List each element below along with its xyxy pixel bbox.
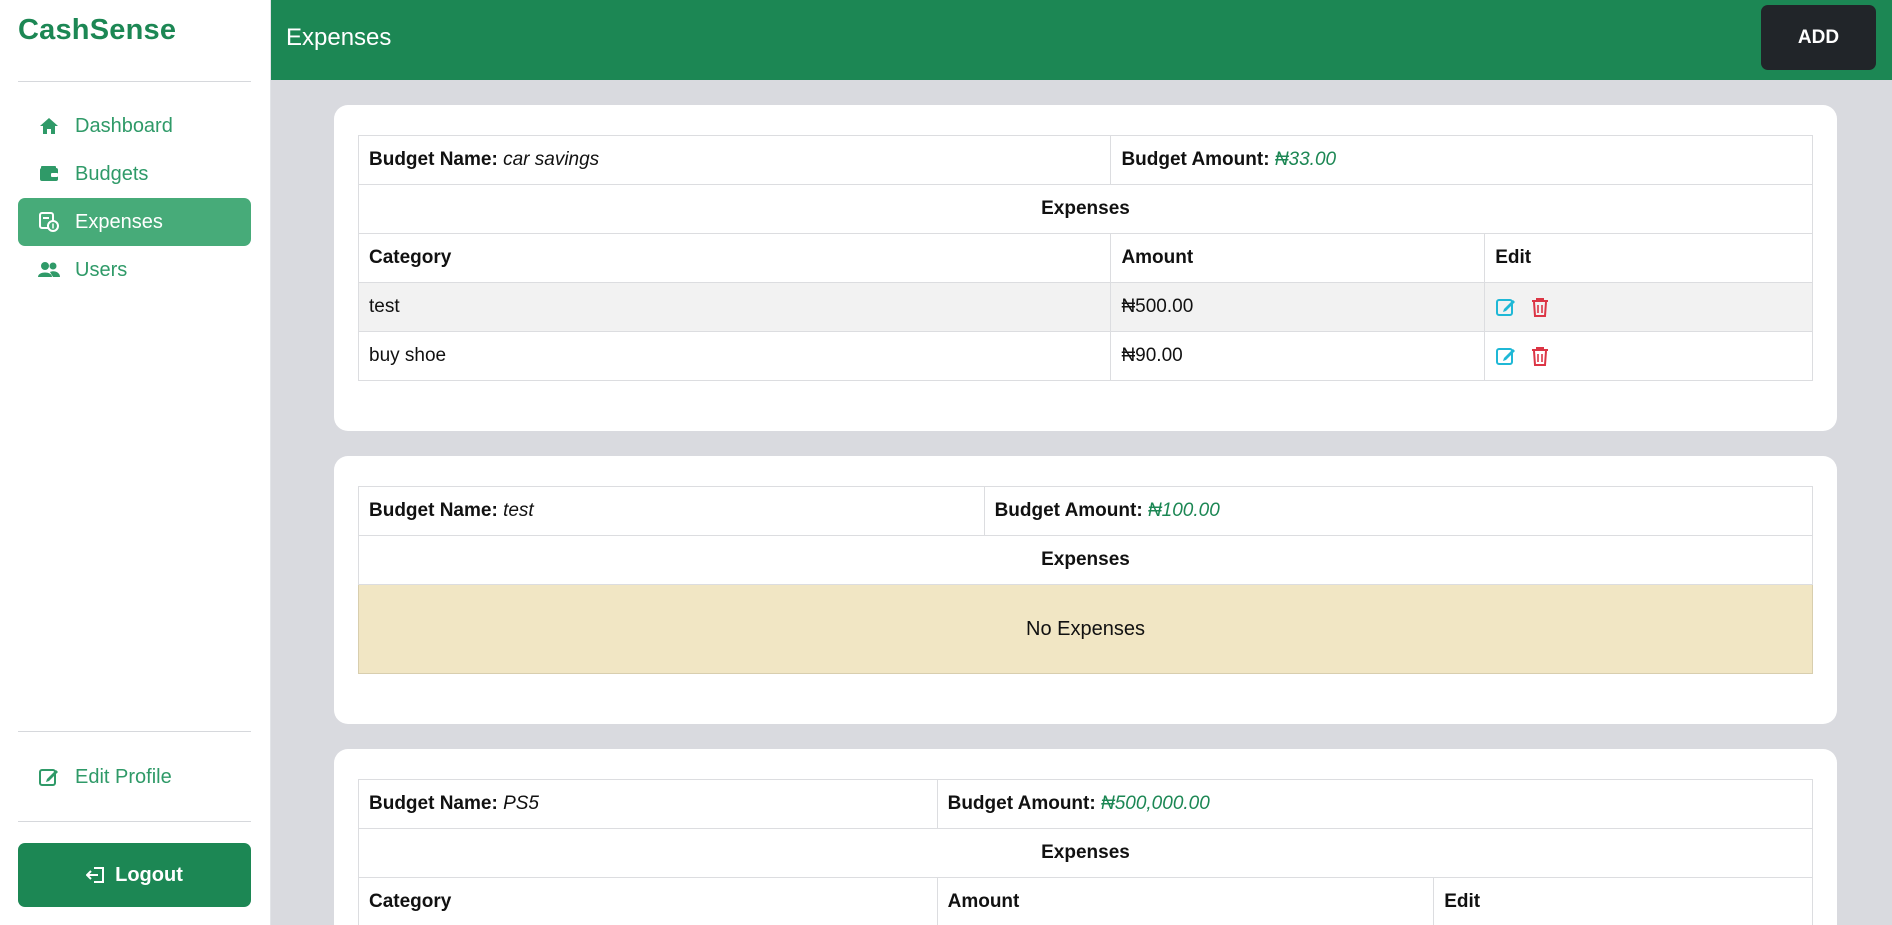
- sidebar: CashSense Dashboard Budgets Expenses Use…: [0, 0, 271, 925]
- edit-profile-link[interactable]: Edit Profile: [18, 753, 251, 801]
- sidebar-divider: [18, 81, 251, 82]
- budget-amount-value: ₦33.00: [1274, 149, 1337, 170]
- column-header-edit: Edit: [1433, 877, 1813, 925]
- expenses-heading: Expenses: [358, 535, 1813, 585]
- home-icon: [38, 115, 60, 137]
- budget-name-label: Budget Name:: [369, 500, 498, 521]
- budget-amount-label: Budget Amount:: [947, 793, 1096, 814]
- logout-label: Logout: [115, 863, 183, 886]
- budget-name-value: car savings: [503, 149, 600, 170]
- budget-table: Budget Name: car savings Budget Amount: …: [357, 135, 1813, 381]
- add-button[interactable]: ADD: [1761, 5, 1876, 70]
- expense-actions: [1484, 282, 1813, 332]
- top-bar: Expenses ADD: [271, 0, 1892, 80]
- receipt-icon: [38, 211, 60, 233]
- sidebar-divider: [18, 731, 251, 732]
- delete-icon[interactable]: [1529, 345, 1551, 367]
- sidebar-item-dashboard[interactable]: Dashboard: [18, 102, 251, 150]
- column-header-category: Category: [357, 233, 1112, 283]
- budget-table: Budget Name: PS5 Budget Amount: ₦500,000…: [358, 779, 1814, 925]
- delete-icon[interactable]: [1529, 296, 1551, 318]
- budget-amount-cell: Budget Amount: ₦100.00: [983, 486, 1814, 536]
- logout-button[interactable]: Logout: [18, 843, 251, 907]
- users-icon: [38, 259, 60, 281]
- expense-category: buy shoe: [357, 331, 1112, 381]
- budget-amount-label: Budget Amount:: [1121, 149, 1270, 170]
- budget-name-label: Budget Name:: [369, 149, 498, 170]
- budget-amount-label: Budget Amount:: [994, 500, 1143, 521]
- budget-name-value: test: [503, 500, 534, 521]
- sidebar-item-label: Budgets: [75, 162, 149, 185]
- expense-amount: ₦90.00: [1110, 331, 1486, 381]
- expense-category: test: [357, 282, 1112, 332]
- column-header-category: Category: [358, 877, 938, 925]
- budget-name-cell: Budget Name: PS5: [358, 779, 938, 829]
- sidebar-item-label: Expenses: [75, 210, 163, 233]
- sidebar-nav: Dashboard Budgets Expenses Users: [18, 102, 251, 294]
- budget-amount-value: ₦500,000.00: [1100, 793, 1210, 814]
- sidebar-item-label: Users: [75, 258, 128, 281]
- column-header-edit: Edit: [1484, 233, 1813, 283]
- table-row: test ₦500.00: [357, 282, 1813, 332]
- edit-icon[interactable]: [1495, 345, 1517, 367]
- expense-actions: [1484, 331, 1813, 381]
- sidebar-item-label: Dashboard: [75, 114, 173, 137]
- column-header-amount: Amount: [1110, 233, 1486, 283]
- budget-card: Budget Name: PS5 Budget Amount: ₦500,000…: [334, 749, 1837, 925]
- column-header-amount: Amount: [936, 877, 1435, 925]
- sidebar-divider: [18, 821, 251, 822]
- budget-name-cell: Budget Name: car savings: [357, 135, 1112, 185]
- sidebar-item-users[interactable]: Users: [18, 246, 251, 294]
- brand-logo[interactable]: CashSense: [18, 14, 176, 47]
- budget-amount-value: ₦100.00: [1147, 500, 1220, 521]
- logout-icon: [86, 866, 106, 884]
- budget-name-cell: Budget Name: test: [358, 486, 985, 536]
- budget-amount-cell: Budget Amount: ₦33.00: [1110, 135, 1813, 185]
- no-expenses-message: No Expenses: [358, 584, 1813, 674]
- budget-card: Budget Name: car savings Budget Amount: …: [334, 105, 1837, 431]
- edit-icon[interactable]: [1495, 296, 1517, 318]
- edit-profile-label: Edit Profile: [75, 765, 172, 788]
- page-title: Expenses: [286, 24, 392, 51]
- table-row: buy shoe ₦90.00: [357, 331, 1813, 381]
- sidebar-item-budgets[interactable]: Budgets: [18, 150, 251, 198]
- expenses-heading: Expenses: [358, 828, 1813, 878]
- budget-card: Budget Name: test Budget Amount: ₦100.00…: [334, 456, 1837, 724]
- edit-icon: [38, 766, 60, 788]
- budget-amount-cell: Budget Amount: ₦500,000.00: [936, 779, 1814, 829]
- budget-name-label: Budget Name:: [369, 793, 498, 814]
- wallet-icon: [38, 163, 60, 185]
- expenses-heading: Expenses: [358, 184, 1813, 234]
- expense-amount: ₦500.00: [1110, 282, 1486, 332]
- main-content: Budget Name: car savings Budget Amount: …: [271, 80, 1892, 925]
- budget-table: Budget Name: test Budget Amount: ₦100.00…: [358, 486, 1814, 674]
- budget-name-value: PS5: [503, 793, 539, 814]
- sidebar-item-expenses[interactable]: Expenses: [18, 198, 251, 246]
